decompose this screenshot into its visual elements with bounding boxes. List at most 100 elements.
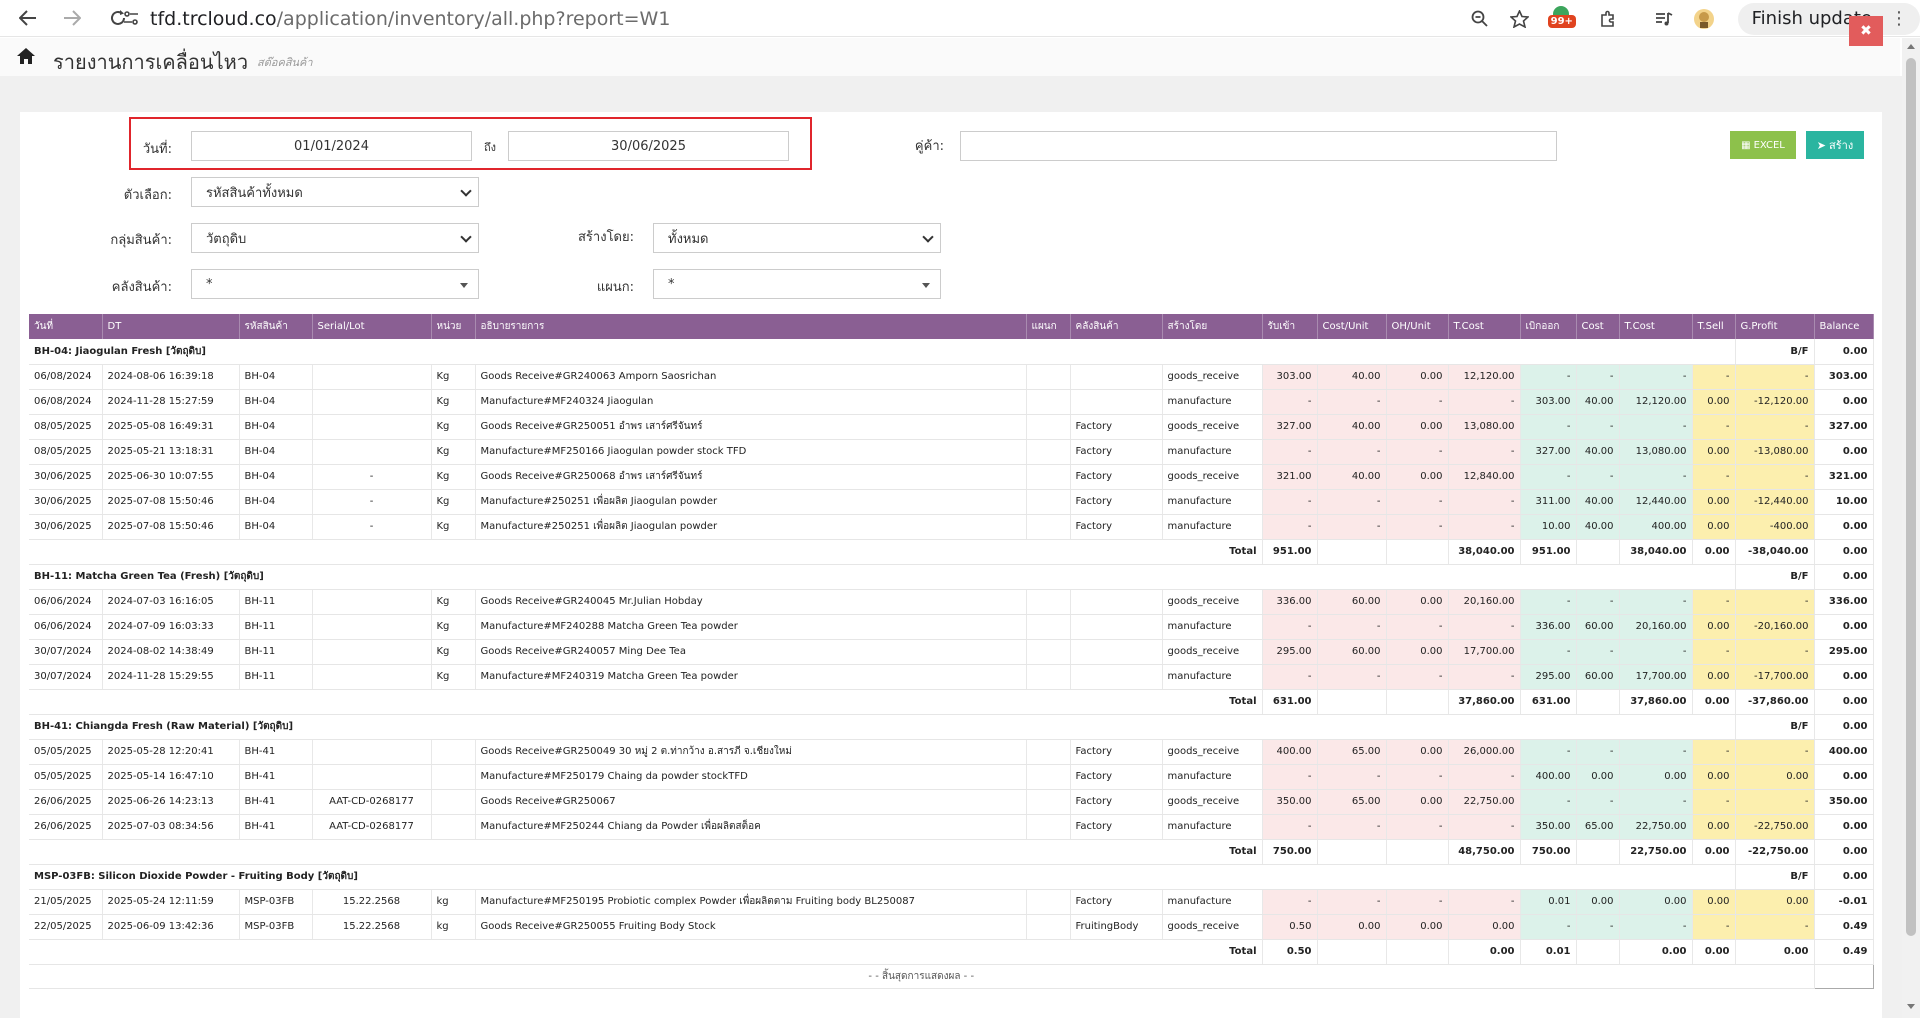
- table-row: 21/05/2025 2025-05-24 12:11:59 MSP-03FB 15.…: [29, 889, 1874, 915]
- document-link[interactable]: Manufacture#MF240319 Matcha Green Tea po…: [475, 664, 1027, 690]
- document-link[interactable]: Manufacture#MF250166 Jiaogulan powder st…: [475, 439, 1027, 465]
- table-cell: BH-11: [239, 614, 313, 640]
- table-cell: 0.00: [1386, 789, 1449, 815]
- table-cell: -: [1619, 589, 1693, 615]
- option-select[interactable]: รหัสสินค้าทั้งหมด: [191, 177, 479, 207]
- table-cell: -: [1448, 514, 1521, 540]
- product-group-label: กลุ่มสินค้า:: [110, 233, 172, 248]
- table-cell: 22/05/2025: [29, 914, 103, 940]
- caret-down-icon: [460, 283, 468, 288]
- table-row: 06/08/2024 2024-11-28 15:27:59 BH-04 Kg Manu…: [29, 389, 1874, 415]
- table-cell: 0.00: [1386, 739, 1449, 765]
- total-cell: -38,040.00: [1735, 539, 1815, 565]
- table-cell: 12,120.00: [1448, 364, 1521, 390]
- table-cell: -: [1448, 664, 1521, 690]
- table-cell: [312, 639, 432, 665]
- document-link[interactable]: Manufacture#250251 เพื่อผลิต Jiaogulan p…: [475, 514, 1027, 540]
- group-total-row: Total 631.00 37,860.00 631.00 37,860.00 0.00-…: [29, 689, 1874, 715]
- table-cell: [1070, 614, 1163, 640]
- column-header: คลังสินค้า: [1070, 314, 1163, 339]
- table-cell: [312, 589, 432, 615]
- table-row: 08/05/2025 2025-05-08 16:49:31 BH-04 Kg Good…: [29, 414, 1874, 440]
- document-link[interactable]: Manufacture#MF240324 Jiaogulan: [475, 389, 1027, 415]
- customer-input[interactable]: [960, 131, 1557, 161]
- document-link[interactable]: Goods Receive#GR250051 อำพร เสาร์ศรีจันท…: [475, 414, 1027, 440]
- scroll-thumb[interactable]: [1906, 58, 1916, 936]
- table-cell: [1026, 614, 1071, 640]
- home-icon[interactable]: [16, 47, 36, 65]
- date-to-input[interactable]: 30/06/2025: [508, 131, 789, 161]
- document-link[interactable]: Manufacture#MF250195 Probiotic complex P…: [475, 889, 1027, 915]
- table-cell: [1026, 814, 1071, 840]
- total-cell: 48,750.00: [1448, 839, 1521, 865]
- total-cell: 37,860.00: [1448, 689, 1521, 715]
- table-cell: 400.00: [1262, 739, 1318, 765]
- department-value: *: [668, 276, 675, 292]
- chevron-down-icon: [460, 231, 472, 243]
- table-row: 26/06/2025 2025-06-26 14:23:13 BH-41 AAT-CD…: [29, 789, 1874, 815]
- back-icon[interactable]: [8, 0, 48, 36]
- scroll-up-icon[interactable]: [1907, 44, 1915, 49]
- warehouse-select[interactable]: *: [191, 269, 479, 299]
- created-by-select[interactable]: ทั้งหมด: [653, 223, 941, 253]
- media-playlist-icon[interactable]: [1644, 1, 1684, 37]
- total-cell: 0.00: [1814, 839, 1874, 865]
- table-cell: 30/07/2024: [29, 639, 103, 665]
- document-link[interactable]: Manufacture#MF250244 Chiang da Powder เพ…: [475, 814, 1027, 840]
- document-link[interactable]: Manufacture#250251 เพื่อผลิต Jiaogulan p…: [475, 489, 1027, 515]
- total-cell: 631.00: [1262, 689, 1318, 715]
- table-cell: 0.00: [1814, 389, 1874, 415]
- profile-avatar-icon[interactable]: [1684, 1, 1724, 37]
- table-cell: BH-04: [239, 489, 313, 515]
- address-bar[interactable]: tfd.trcloud.co/application/inventory/all…: [150, 6, 670, 32]
- document-link[interactable]: Goods Receive#GR250067: [475, 789, 1027, 815]
- table-cell: AAT-CD-0268177: [312, 789, 432, 815]
- table-cell: -400.00: [1735, 514, 1815, 540]
- document-link[interactable]: Goods Receive#GR250049 30 หมู่ 2 ต.ท่ากว…: [475, 739, 1027, 765]
- excel-button[interactable]: ▦ EXCEL: [1730, 131, 1796, 159]
- column-header: แผนก: [1026, 314, 1071, 339]
- table-row: 30/07/2024 2024-08-02 14:38:49 BH-11 Kg Good…: [29, 639, 1874, 665]
- document-link[interactable]: Goods Receive#GR240045 Mr.Julian Hobday: [475, 589, 1027, 615]
- table-cell: -: [1448, 764, 1521, 790]
- document-link[interactable]: Manufacture#MF240288 Matcha Green Tea po…: [475, 614, 1027, 640]
- document-link[interactable]: Manufacture#MF250179 Chaing da powder st…: [475, 764, 1027, 790]
- table-cell: manufacture: [1162, 389, 1263, 415]
- product-group-select[interactable]: วัตถุดิบ: [191, 223, 479, 253]
- table-cell: 2025-05-21 13:18:31: [102, 439, 240, 465]
- create-report-button[interactable]: ➤ สร้าง: [1806, 131, 1864, 159]
- group-header-row: BH-11: Matcha Green Tea (Fresh) [วัตถุดิ…: [29, 564, 1874, 590]
- bookmark-star-icon[interactable]: [1500, 1, 1540, 37]
- total-cell: 38,040.00: [1448, 539, 1521, 565]
- total-cell: 0.00: [1814, 539, 1874, 565]
- table-cell: -: [1619, 789, 1693, 815]
- table-cell: 30/06/2025: [29, 489, 103, 515]
- scroll-down-icon[interactable]: [1907, 1004, 1915, 1009]
- table-cell: 295.00: [1814, 639, 1874, 665]
- puzzle-extensions-icon[interactable]: [1588, 1, 1628, 37]
- extension-icon[interactable]: 99+: [1540, 1, 1588, 37]
- table-cell: 30/07/2024: [29, 664, 103, 690]
- forward-icon[interactable]: [52, 0, 92, 36]
- table-cell: 0.00: [1692, 514, 1736, 540]
- department-select[interactable]: *: [653, 269, 941, 299]
- table-cell: BH-11: [239, 664, 313, 690]
- zoom-icon[interactable]: [1460, 1, 1500, 37]
- finish-update-button[interactable]: Finish update ⋮: [1737, 2, 1920, 35]
- chevron-down-icon: [460, 185, 472, 197]
- document-link[interactable]: Goods Receive#GR240057 Ming Dee Tea: [475, 639, 1027, 665]
- document-link[interactable]: Goods Receive#GR240063 Amporn Saosrichan: [475, 364, 1027, 390]
- table-cell: 0.01: [1520, 889, 1577, 915]
- site-info-icon[interactable]: [122, 9, 140, 27]
- document-link[interactable]: Goods Receive#GR250068 อำพร เสาร์ศรีจันท…: [475, 464, 1027, 490]
- total-cell: 951.00: [1520, 539, 1577, 565]
- page-scrollbar[interactable]: [1902, 38, 1920, 1018]
- group-total-row: Total 0.50 0.00 0.01 0.00 0.00 0.00 0.49: [29, 939, 1874, 965]
- table-cell: 40.00: [1317, 364, 1387, 390]
- column-header: Cost/Unit: [1317, 314, 1387, 339]
- table-cell: manufacture: [1162, 814, 1263, 840]
- date-from-input[interactable]: 01/01/2024: [191, 131, 472, 161]
- close-report-button[interactable]: ✖: [1849, 16, 1883, 46]
- table-cell: 0.00: [1692, 764, 1736, 790]
- document-link[interactable]: Goods Receive#GR250055 Fruiting Body Sto…: [475, 914, 1027, 940]
